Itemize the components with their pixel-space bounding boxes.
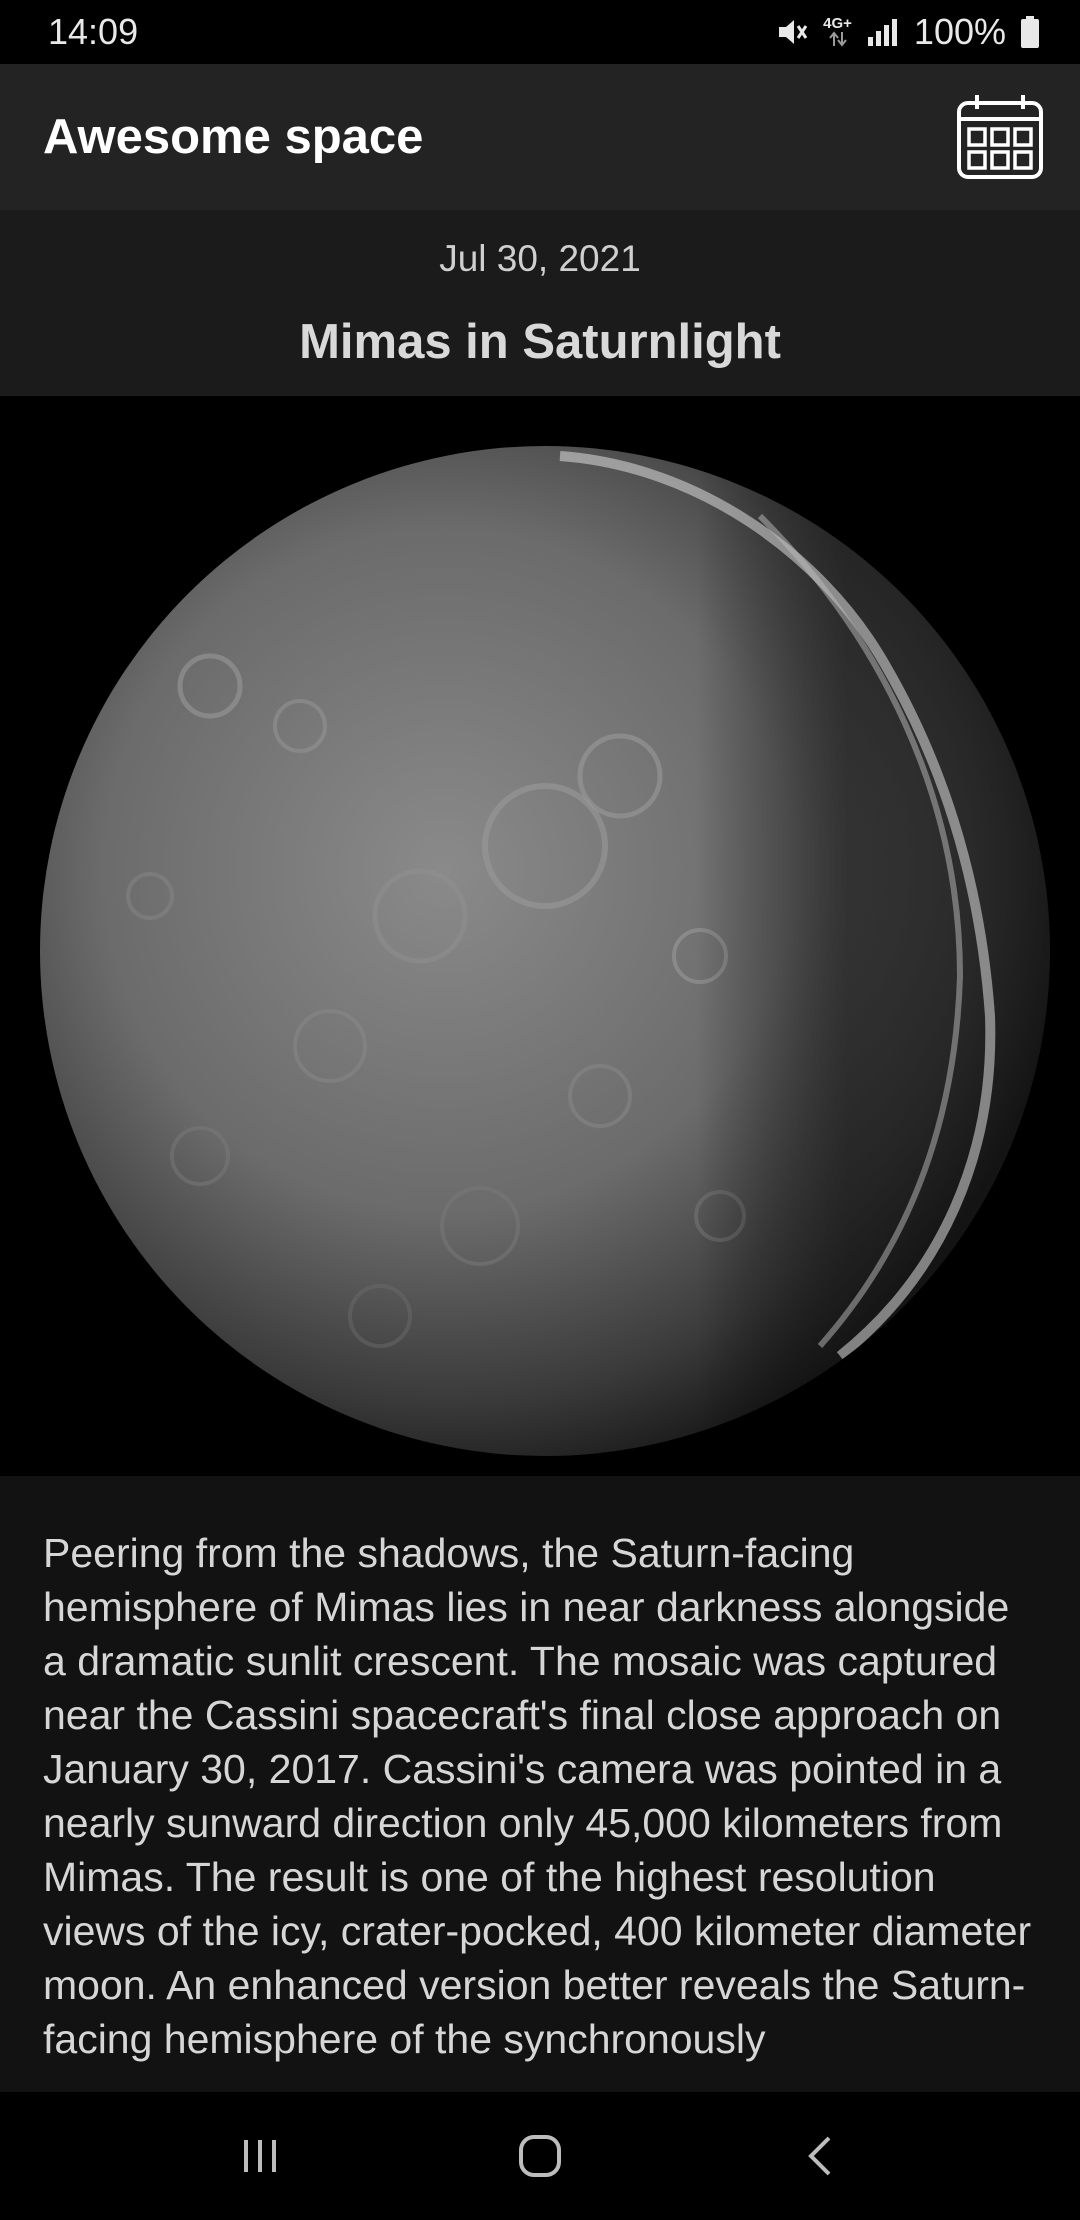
apod-date: Jul 30, 2021 <box>439 238 641 279</box>
back-icon <box>808 2136 831 2176</box>
moon-image <box>40 446 1050 1456</box>
recent-apps-icon <box>244 2140 276 2172</box>
system-nav-bar <box>0 2092 1080 2220</box>
status-time: 14:09 <box>48 11 139 52</box>
network-4g-icon: 4G+ <box>823 15 852 47</box>
app-bar: Awesome space <box>0 64 1080 210</box>
status-icons: 4G+ 100% <box>775 11 1040 53</box>
network-type-label: 4G+ <box>823 15 852 32</box>
battery-level: 100% <box>913 11 1006 52</box>
app-title: Awesome space <box>43 110 424 164</box>
apod-explanation-container[interactable]: Peering from the shadows, the Saturn-fac… <box>0 1476 1080 2092</box>
battery-icon <box>1020 15 1040 49</box>
apod-explanation: Peering from the shadows, the Saturn-fac… <box>43 1530 1032 2062</box>
mute-icon <box>775 15 809 49</box>
calendar-button[interactable] <box>952 89 1048 185</box>
recent-apps-button[interactable] <box>190 2106 330 2206</box>
calendar-icon <box>957 95 1043 179</box>
signal-icon <box>866 17 900 47</box>
apod-image[interactable] <box>0 396 1080 1476</box>
apod-title: Mimas in Saturnlight <box>299 315 781 369</box>
back-button[interactable] <box>750 2106 890 2206</box>
home-icon <box>519 2135 561 2177</box>
apod-header: Jul 30, 2021 Mimas in Saturnlight <box>0 210 1080 396</box>
status-bar: 14:09 4G+ 100% <box>0 0 1080 64</box>
home-button[interactable] <box>470 2106 610 2206</box>
